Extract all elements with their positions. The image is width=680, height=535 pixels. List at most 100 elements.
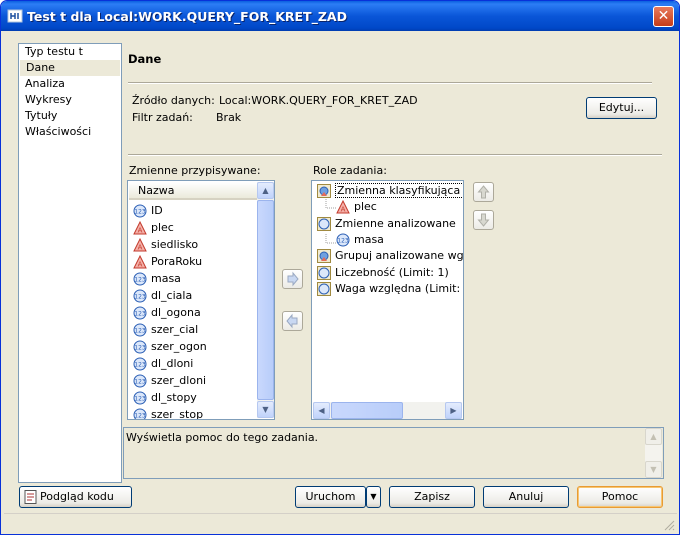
roles-hscrollbar[interactable]: ◀ ▶	[313, 402, 462, 419]
scroll-left-icon[interactable]: ◀	[313, 402, 330, 419]
cancel-button[interactable]: Anuluj	[483, 486, 569, 508]
role-item[interactable]: 123 masa	[336, 231, 384, 248]
variable-item[interactable]: 123 dl_ciala	[133, 287, 192, 304]
nav-item-analiza[interactable]: Analiza	[19, 76, 121, 92]
role-item[interactable]: Grupuj analizowane wg	[317, 247, 464, 264]
app-icon	[7, 8, 23, 24]
save-button[interactable]: Zapisz	[389, 486, 475, 508]
variable-name: PoraRoku	[151, 255, 203, 268]
role-name: Zmienna klasyfikująca (Lir	[335, 183, 463, 198]
scroll-up-icon[interactable]: ▲	[257, 182, 274, 199]
dialog-window: Test t dla Local:WORK.QUERY_FOR_KRET_ZAD…	[0, 0, 680, 535]
svg-text:123: 123	[134, 345, 146, 352]
role-name: Zmienne analizowane	[335, 216, 456, 230]
svg-text:123: 123	[134, 379, 146, 386]
numeric-icon: 123	[133, 289, 147, 303]
roles-tree[interactable]: Zmienna klasyfikująca (LirAplecZmienne a…	[311, 180, 464, 420]
role-name: plec	[354, 200, 377, 214]
svg-text:123: 123	[134, 294, 146, 301]
column-header-name[interactable]: Nazwa	[129, 182, 258, 200]
variable-item[interactable]: 123 dl_stopy	[133, 389, 197, 406]
role-item[interactable]: Waga względna (Limit: 1)	[317, 280, 464, 297]
nav-item-typ-testu[interactable]: Typ testu t	[19, 44, 121, 60]
move-up-button[interactable]	[473, 182, 494, 202]
move-down-button[interactable]	[473, 210, 494, 230]
role-item[interactable]: Liczebność (Limit: 1)	[317, 264, 449, 281]
character-icon: A	[133, 221, 147, 235]
role-name: Liczebność (Limit: 1)	[335, 265, 449, 279]
scroll-right-icon[interactable]: ▶	[445, 402, 462, 419]
variable-item[interactable]: 123 szer_cial	[133, 321, 198, 338]
nav-item-wykresy[interactable]: Wykresy	[19, 92, 121, 108]
variable-name: dl_stopy	[151, 391, 197, 404]
role-item[interactable]: Zmienna klasyfikująca (Lir	[317, 182, 463, 199]
variable-name: dl_ogona	[151, 306, 201, 319]
dialog-client: Typ testu t Dane Analiza Wykresy Tytuły …	[4, 31, 677, 533]
svg-text:123: 123	[134, 328, 146, 335]
variable-name: plec	[151, 221, 174, 234]
variables-label: Zmienne przypisywane:	[129, 164, 261, 177]
numeric-icon: 123	[133, 272, 147, 286]
nav-item-tytuly[interactable]: Tytuły	[19, 108, 121, 124]
scroll-up-icon[interactable]: ▲	[645, 428, 662, 445]
preview-code-button[interactable]: Podgląd kodu	[19, 486, 132, 508]
scroll-down-icon[interactable]: ▼	[257, 401, 274, 418]
code-preview-icon	[24, 490, 38, 511]
section-title: Dane	[128, 52, 162, 66]
numeric-role-icon	[317, 216, 331, 231]
variable-item[interactable]: A PoraRoku	[133, 253, 202, 270]
numeric-icon: 123	[133, 408, 147, 419]
nav-panel: Typ testu t Dane Analiza Wykresy Tytuły …	[18, 43, 122, 483]
numeric-icon: 123	[133, 357, 147, 371]
help-panel: Wyświetla pomoc do tego zadania. ▲ ▼	[123, 427, 664, 479]
edit-button[interactable]: Edytuj...	[586, 97, 657, 119]
variable-name: siedlisko	[151, 238, 199, 251]
window-title: Test t dla Local:WORK.QUERY_FOR_KRET_ZAD	[27, 9, 347, 24]
variable-item[interactable]: Aplec	[133, 219, 174, 236]
variable-item[interactable]: 123 dl_dloni	[133, 355, 193, 372]
nav-item-wlasciwosci[interactable]: Właściwości	[19, 124, 121, 140]
role-name: Grupuj analizowane wg	[335, 249, 464, 263]
svg-text:A: A	[138, 244, 143, 252]
variable-name: dl_dloni	[151, 357, 194, 370]
variable-name: masa	[151, 272, 181, 285]
svg-text:123: 123	[134, 396, 146, 403]
nav-item-dane[interactable]: Dane	[20, 60, 120, 76]
run-button[interactable]: Uruchom	[295, 486, 366, 508]
numeric-icon: 123	[133, 204, 147, 218]
scroll-thumb[interactable]	[331, 402, 403, 419]
numeric-role-icon	[317, 281, 331, 296]
role-item[interactable]: Aplec	[336, 198, 377, 215]
remove-arrow-button[interactable]	[282, 311, 303, 331]
svg-text:123: 123	[134, 277, 146, 284]
variable-name: dl_ciala	[151, 289, 193, 302]
role-name: Waga względna (Limit: 1)	[335, 281, 464, 295]
add-arrow-button[interactable]	[282, 269, 303, 289]
title-bar[interactable]: Test t dla Local:WORK.QUERY_FOR_KRET_ZAD…	[1, 1, 679, 31]
close-button[interactable]: ✕	[653, 6, 674, 27]
source-label: Źródło danych:	[132, 94, 215, 107]
variables-scrollbar[interactable]: ▲ ▼	[257, 182, 274, 418]
source-value: Local:WORK.QUERY_FOR_KRET_ZAD	[219, 94, 418, 107]
numeric-icon: 123	[336, 233, 350, 247]
variable-item[interactable]: 123 szer_stop	[133, 406, 203, 419]
variable-name: szer_cial	[151, 323, 199, 336]
variables-list[interactable]: Nazwa 123 ID Aplec Asiedlisko A PoraRoku 123 ma…	[127, 180, 275, 420]
help-scrollbar[interactable]: ▲ ▼	[645, 428, 662, 478]
help-button[interactable]: Pomoc	[577, 486, 663, 508]
variable-item[interactable]: 123 masa	[133, 270, 181, 287]
preview-code-label: Podgląd kodu	[40, 490, 114, 503]
role-item[interactable]: Zmienne analizowane	[317, 215, 456, 232]
character-icon: A	[133, 255, 147, 269]
separator	[128, 82, 652, 84]
scroll-down-icon[interactable]: ▼	[645, 461, 662, 478]
variable-item[interactable]: 123 dl_ogona	[133, 304, 201, 321]
variable-item[interactable]: 123 ID	[133, 202, 163, 219]
scroll-thumb[interactable]	[257, 200, 274, 400]
variable-item[interactable]: 123 szer_ogon	[133, 338, 207, 355]
variable-item[interactable]: Asiedlisko	[133, 236, 198, 253]
resize-grip-icon[interactable]	[663, 519, 675, 531]
variable-item[interactable]: 123 szer_dloni	[133, 372, 206, 389]
run-dropdown-icon[interactable]: ▼	[366, 486, 381, 508]
group-role-icon	[317, 249, 331, 264]
